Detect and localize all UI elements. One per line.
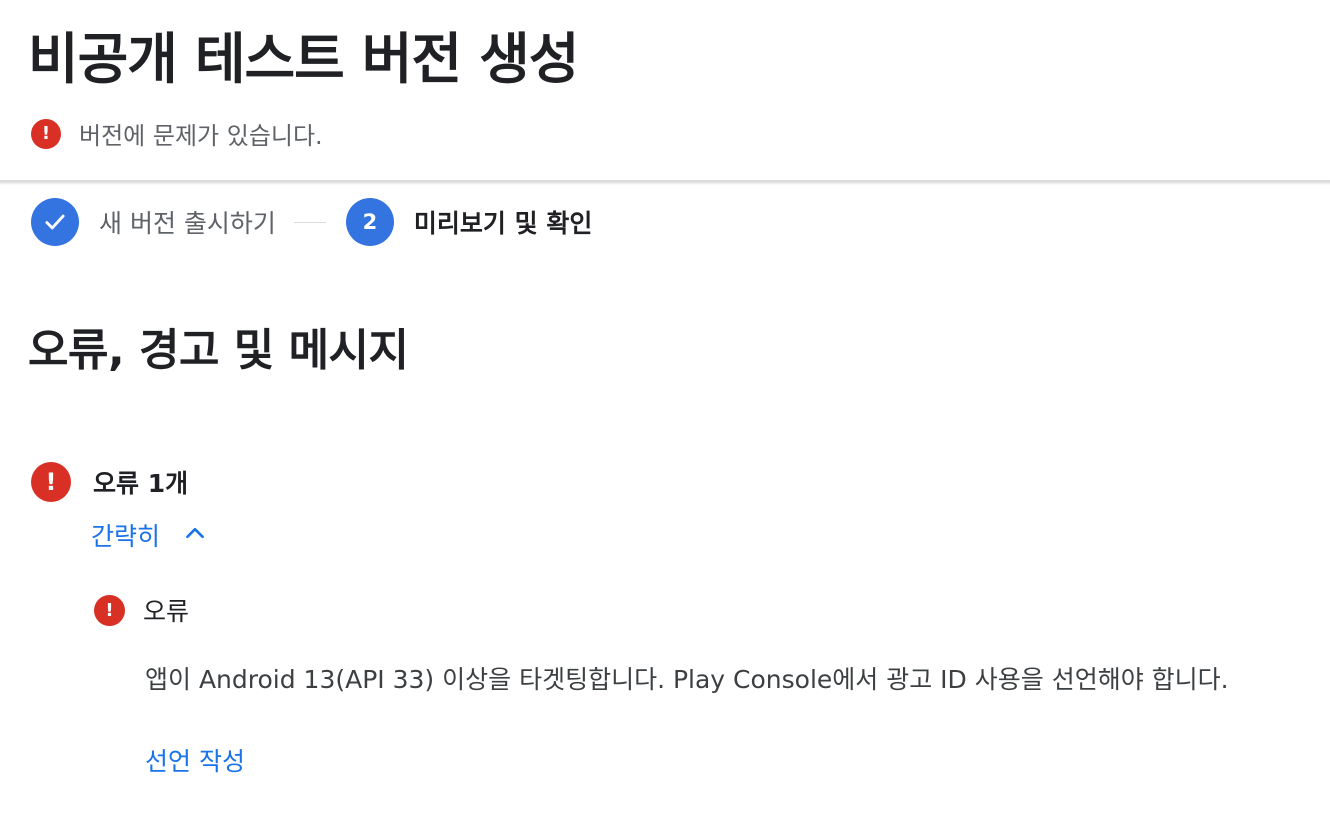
step-connector [293, 221, 326, 223]
collapse-errors-button[interactable]: 간략히 [91, 517, 208, 553]
error-item: ! 오류 [94, 592, 189, 628]
collapse-label: 간략히 [91, 522, 161, 551]
step-2-number: 2 [362, 210, 378, 234]
stepper: 새 버전 출시하기 2 미리보기 및 확인 [31, 198, 592, 246]
release-status-text: 버전에 문제가 있습니다. [79, 122, 323, 150]
page-title: 비공개 테스트 버전 생성 [28, 27, 579, 91]
create-declaration-link[interactable]: 선언 작성 [145, 742, 245, 778]
section-title: 오류, 경고 및 메시지 [28, 325, 409, 376]
step-1-label[interactable]: 새 버전 출시하기 [99, 204, 276, 240]
chevron-up-icon [182, 520, 208, 550]
error-message: 앱이 Android 13(API 33) 이상을 타겟팅합니다. Play C… [145, 665, 1229, 694]
release-status: ! 버전에 문제가 있습니다. [31, 116, 323, 151]
error-count: 오류 1개 [93, 469, 189, 498]
step-1-complete-indicator [31, 198, 79, 246]
step-2-indicator: 2 [345, 198, 394, 246]
header-divider [0, 180, 1330, 185]
error-icon: ! [31, 462, 71, 502]
step-2-label[interactable]: 미리보기 및 확인 [414, 204, 592, 240]
error-item-title: 오류 [143, 597, 190, 626]
error-icon: ! [94, 594, 125, 626]
check-icon [45, 214, 65, 230]
error-summary: ! 오류 1개 [31, 462, 188, 502]
error-icon: ! [31, 118, 61, 149]
release-page: 비공개 테스트 버전 생성 ! 버전에 문제가 있습니다. 새 버전 출시하기 … [0, 0, 1330, 826]
